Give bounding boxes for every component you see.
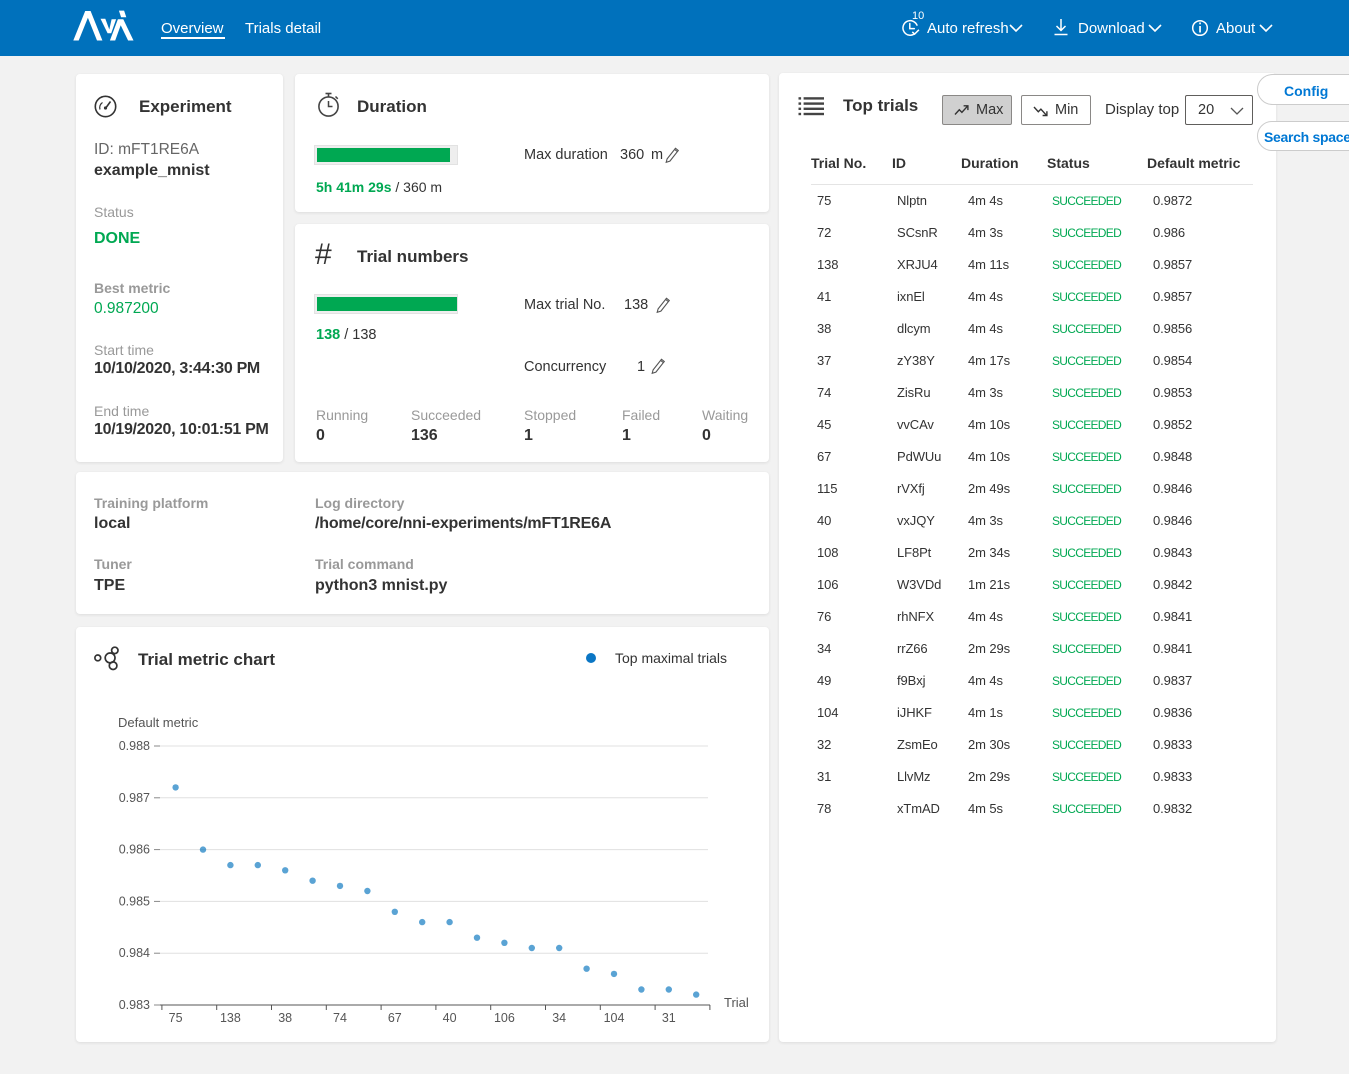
- svg-text:104: 104: [604, 1011, 625, 1025]
- svg-text:38: 38: [278, 1011, 292, 1025]
- svg-text:Top maximal trials: Top maximal trials: [615, 650, 727, 666]
- svg-text:Trial: Trial: [724, 995, 749, 1010]
- svg-text:0.987: 0.987: [119, 791, 150, 805]
- svg-text:Download: Download: [1078, 20, 1145, 37]
- svg-text:10: 10: [912, 10, 924, 22]
- svg-text:0.988: 0.988: [119, 739, 150, 753]
- svg-text:74: 74: [333, 1011, 347, 1025]
- svg-text:34: 34: [552, 1011, 566, 1025]
- svg-text:138: 138: [220, 1011, 241, 1025]
- svg-text:Auto refresh: Auto refresh: [927, 20, 1009, 37]
- svg-text:31: 31: [662, 1011, 676, 1025]
- svg-text:67: 67: [388, 1011, 402, 1025]
- svg-text:106: 106: [494, 1011, 515, 1025]
- svg-text:Overview: Overview: [161, 20, 224, 37]
- svg-text:75: 75: [169, 1011, 183, 1025]
- svg-text:Trials detail: Trials detail: [245, 20, 321, 37]
- svg-text:Default metric: Default metric: [118, 715, 199, 730]
- svg-text:40: 40: [443, 1011, 457, 1025]
- svg-text:About: About: [1216, 20, 1256, 37]
- svg-text:0.985: 0.985: [119, 894, 150, 908]
- svg-text:0.983: 0.983: [119, 998, 150, 1012]
- svg-text:0.986: 0.986: [119, 843, 150, 857]
- svg-text:0.984: 0.984: [119, 946, 150, 960]
